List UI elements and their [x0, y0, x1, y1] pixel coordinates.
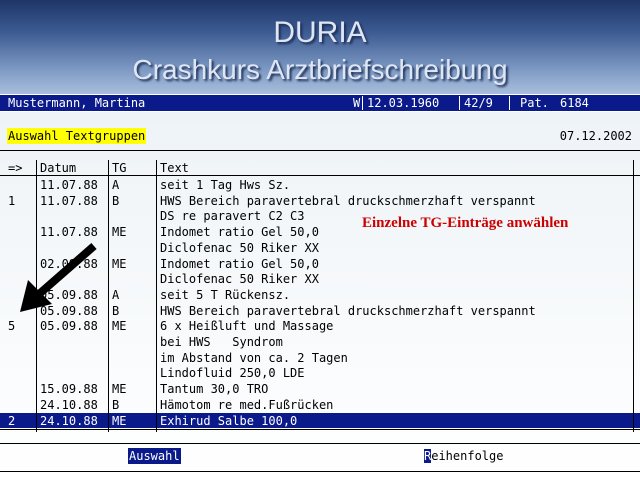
table-row[interactable]: bei HWS Syndrom [0, 334, 640, 350]
cell-date: 11.07.88 [40, 193, 98, 208]
cell-select-number: 1 [8, 193, 16, 208]
screen-title-row: Auswahl Textgruppen 07.12.2002 [0, 127, 640, 145]
cell-text: HWS Bereich paravertebral druckschmerzha… [160, 193, 536, 208]
table-row[interactable]: 24.10.88 B Hämotom re med.Fußrücken [0, 397, 640, 413]
cell-text: Hämotom re med.Fußrücken [160, 397, 334, 412]
table-row[interactable]: 5 05.09.88 ME 6 x Heißluft und Massage [0, 318, 640, 334]
column-divider [633, 160, 634, 432]
divider [0, 175, 640, 176]
cell-text: Exhirud Salbe 100,0 [160, 413, 298, 428]
patient-name: Mustermann, Martina [8, 96, 146, 110]
column-divider [156, 160, 157, 432]
divider [0, 150, 640, 151]
patient-number: 6184 [560, 96, 589, 110]
cell-tg: ME [112, 382, 127, 397]
reihenfolge-button[interactable]: Reihenfolge [424, 448, 503, 464]
cell-text: Indomet ratio Gel 50,0 [160, 225, 319, 240]
auswahl-button[interactable]: Auswahl [128, 448, 181, 464]
patient-bar: Mustermann, Martina W 12.03.1960 42/9 Pa… [0, 95, 640, 111]
column-header-text: Text [160, 161, 189, 175]
cell-tg: ME [112, 413, 127, 428]
screen-title: Auswahl Textgruppen [7, 128, 147, 144]
cell-date: 15.09.88 [40, 382, 98, 397]
cell-text: Tantum 30,0 TRO [160, 382, 269, 397]
cell-text: Lindofluid 250,0 LDE [160, 366, 305, 381]
column-header-select: => [8, 161, 23, 175]
cell-text: Diclofenac 50 Riker XX [160, 272, 319, 287]
table-row[interactable]: 15.09.88 ME Tantum 30,0 TRO [0, 381, 640, 397]
patient-sex: W [353, 96, 361, 110]
cell-tg: ME [112, 256, 127, 271]
table-row[interactable]: im Abstand von ca. 2 Tagen [0, 350, 640, 366]
cell-date: 11.07.88 [40, 225, 98, 240]
slide-title: DURIA [273, 16, 367, 49]
slide-subtitle: Crashkurs Arztbriefschreibung [132, 54, 508, 85]
column-divider [108, 160, 109, 432]
table-row[interactable]: 1 11.07.88 B HWS Bereich paravertebral druc… [0, 193, 640, 209]
cell-text: DS re paravert C2 C3 [160, 209, 305, 224]
cell-text: Indomet ratio Gel 50,0 [160, 256, 319, 271]
cell-tg: A [112, 178, 120, 192]
cell-tg: A [112, 287, 120, 302]
footer-bar: Auswahl Reihenfolge [0, 446, 640, 466]
cell-tg: ME [112, 319, 127, 334]
cell-text: Diclofenac 50 Riker XX [160, 240, 319, 255]
cell-date: 05.09.88 [40, 319, 98, 334]
table-row[interactable]: 2 24.10.88 ME Exhirud Salbe 100,0 [0, 412, 640, 429]
cell-select-number: 5 [8, 319, 16, 334]
patient-number-label: Pat. [520, 96, 549, 110]
cell-date: 11.07.88 [40, 178, 98, 192]
divider [509, 96, 510, 110]
divider [362, 96, 363, 110]
patient-birthdate: 12.03.1960 [367, 96, 440, 110]
arrow-icon [20, 242, 97, 312]
column-header-date: Datum [40, 161, 77, 175]
cell-text: bei HWS Syndrom [160, 335, 283, 349]
table-row[interactable]: 11.07.88 Aseit 1 Tag Hws Sz. [0, 177, 640, 193]
cell-text: seit 1 Tag Hws Sz. [160, 178, 291, 192]
cell-text: im Abstand von ca. 2 Tagen [160, 350, 348, 365]
column-header-tg: TG [112, 161, 127, 175]
divider [0, 471, 640, 472]
cell-text: seit 5 T Rückensz. [160, 287, 291, 302]
cell-text: 6 x Heißluft und Massage [160, 319, 334, 334]
cell-date: 24.10.88 [40, 397, 98, 412]
reihenfolge-label: eihenfolge [431, 449, 504, 463]
cell-date: 24.10.88 [40, 413, 98, 428]
cell-tg: ME [112, 225, 127, 240]
divider [459, 96, 460, 110]
callout-text: Einzelne TG-Einträge anwählen [362, 215, 569, 231]
cell-tg: B [112, 193, 120, 208]
divider [0, 429, 640, 430]
slide-header: DURIA Crashkurs Arztbriefschreibung [0, 0, 640, 94]
cell-tg: B [112, 303, 120, 318]
cell-select-number: 2 [8, 413, 16, 428]
patient-age: 42/9 [464, 96, 493, 110]
divider [0, 443, 640, 444]
screen-date: 07.12.2002 [559, 129, 632, 143]
table-row[interactable]: Lindofluid 250,0 LDE [0, 365, 640, 381]
cell-text: HWS Bereich paravertebral druckschmerzha… [160, 303, 536, 318]
cell-tg: B [112, 397, 120, 412]
